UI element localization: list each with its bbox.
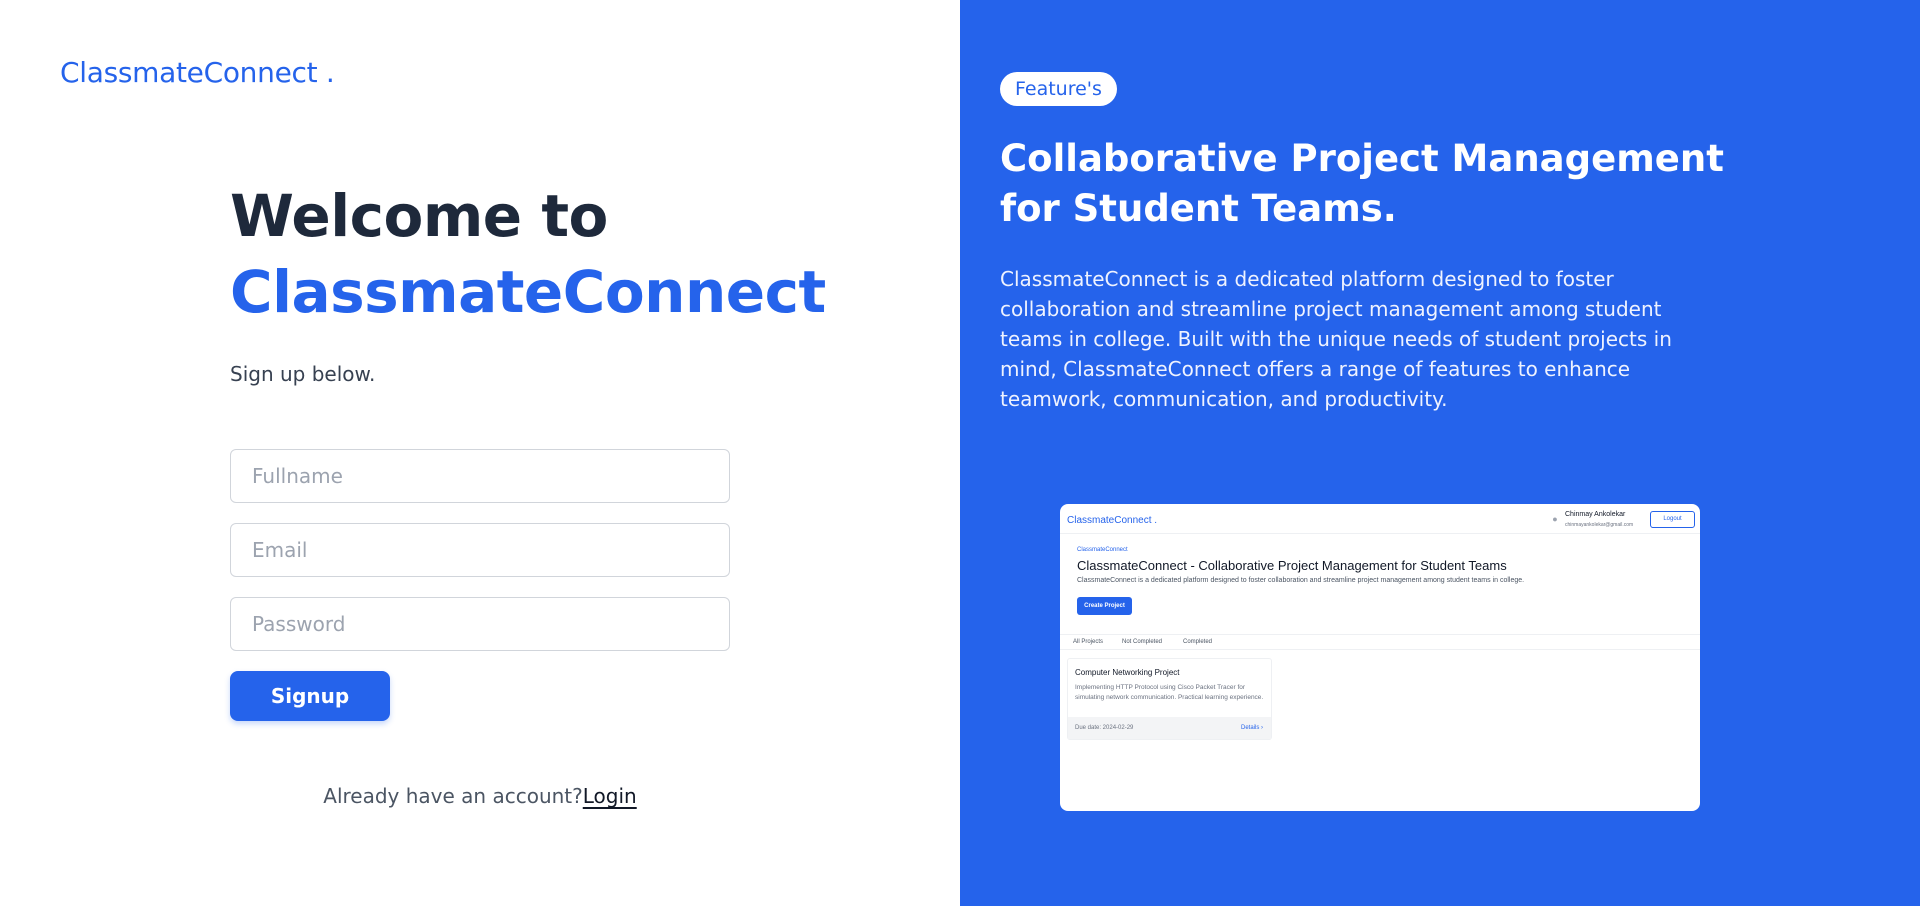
preview-user-name: Chinmay Ankolekar: [1565, 511, 1626, 518]
features-title: Collaborative Project Management for Stu…: [1000, 137, 1724, 230]
brand-logo[interactable]: ClassmateConnect .: [60, 56, 335, 89]
preview-description: ClassmateConnect is a dedicated platform…: [1077, 577, 1525, 584]
login-link[interactable]: Login: [583, 784, 637, 808]
page: ClassmateConnect . Welcome to ClassmateC…: [0, 0, 1920, 906]
email-input[interactable]: [230, 523, 730, 577]
preview-card-details-link: Details ›: [1240, 725, 1263, 731]
preview-tabs: All Projects Not Completed Completed: [1060, 634, 1700, 650]
preview-card-title: Computer Networking Project: [1075, 668, 1180, 677]
preview-logout-button: Logout: [1650, 511, 1695, 528]
preview-tab-completed: Completed: [1183, 639, 1213, 645]
signup-subtitle: Sign up below.: [230, 362, 376, 386]
password-input[interactable]: [230, 597, 730, 651]
preview-card-description: Implementing HTTP Protocol using Cisco P…: [1075, 684, 1264, 701]
signup-button[interactable]: Signup: [230, 671, 390, 721]
preview-breadcrumb: ClassmateConnect: [1077, 547, 1128, 553]
welcome-line: Welcome to: [230, 182, 608, 250]
preview-brand: ClassmateConnect .: [1067, 515, 1158, 526]
preview-create-project-button: Create Project: [1077, 597, 1132, 615]
fullname-input[interactable]: [230, 449, 730, 503]
preview-title: ClassmateConnect - Collaborative Project…: [1077, 558, 1507, 573]
signup-panel: ClassmateConnect . Welcome to ClassmateC…: [0, 0, 960, 906]
welcome-brand: ClassmateConnect: [230, 258, 826, 326]
user-icon: ●: [1552, 514, 1558, 524]
preview-card-due-date: Due date: 2024-02-29: [1075, 725, 1134, 731]
login-prompt-text: Already have an account?: [323, 784, 583, 808]
preview-tab-all: All Projects: [1073, 639, 1104, 645]
preview-tab-not-completed: Not Completed: [1122, 639, 1163, 645]
app-preview-screenshot: ClassmateConnect . ● Chinmay Ankolekar c…: [1060, 504, 1700, 811]
preview-navbar: ClassmateConnect . ● Chinmay Ankolekar c…: [1060, 504, 1700, 534]
login-prompt: Already have an account?Login: [0, 784, 960, 808]
preview-user-email: chinmayankolekar@gmail.com: [1565, 522, 1634, 528]
features-panel: Feature's Collaborative Project Manageme…: [960, 0, 1920, 906]
features-badge: Feature's: [1000, 72, 1117, 106]
features-description: ClassmateConnect is a dedicated platform…: [1000, 267, 1672, 411]
welcome-heading: Welcome to ClassmateConnect: [230, 178, 826, 330]
preview-project-card: Computer Networking Project Implementing…: [1067, 658, 1272, 740]
preview-card-footer: Due date: 2024-02-29 Details ›: [1068, 717, 1271, 739]
